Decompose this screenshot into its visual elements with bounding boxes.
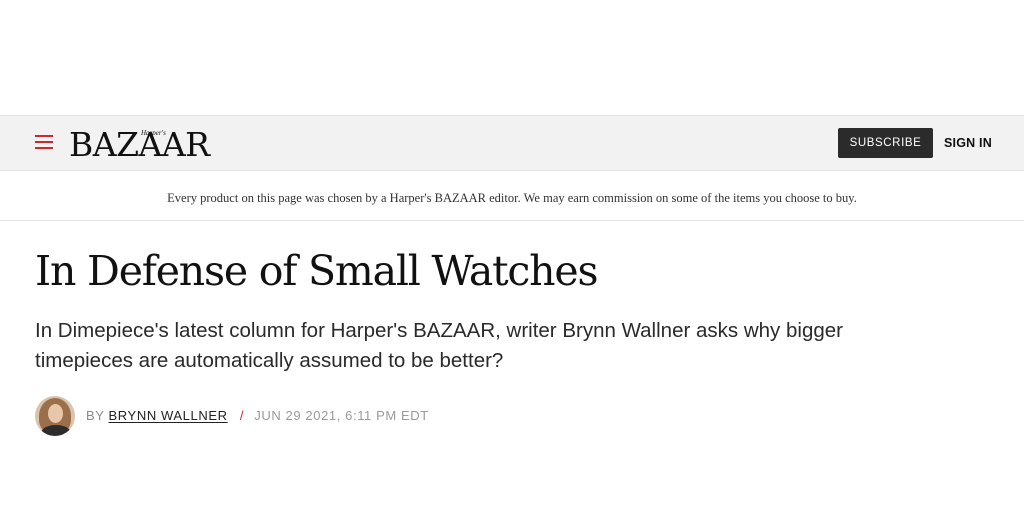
top-blank-area bbox=[0, 0, 1024, 115]
logo-wordmark: BAZAAR bbox=[69, 125, 210, 164]
byline: BY BRYNN WALLNER / JUN 29 2021, 6:11 PM … bbox=[35, 396, 635, 436]
sign-in-link[interactable]: SIGN IN bbox=[944, 128, 992, 158]
site-logo[interactable]: BAZAAR Harper's bbox=[69, 125, 210, 165]
hamburger-menu-icon[interactable] bbox=[35, 134, 53, 150]
subscribe-button[interactable]: SUBSCRIBE bbox=[838, 128, 933, 158]
article-dek: In Dimepiece's latest column for Harper'… bbox=[35, 319, 843, 372]
logo-superscript: Harper's bbox=[141, 129, 166, 137]
affiliate-disclaimer: Every product on this page was chosen by… bbox=[0, 176, 1024, 221]
author-link[interactable]: BRYNN WALLNER bbox=[109, 408, 228, 423]
byline-prefix: BY bbox=[86, 408, 105, 423]
byline-text: BY BRYNN WALLNER / JUN 29 2021, 6:11 PM … bbox=[86, 396, 429, 436]
byline-separator: / bbox=[239, 408, 245, 423]
article-headline: In Defense of Small Watches bbox=[35, 247, 598, 295]
author-avatar[interactable] bbox=[35, 396, 75, 436]
site-header: BAZAAR Harper's SUBSCRIBE SIGN IN bbox=[0, 115, 1024, 171]
publish-date: JUN 29 2021, 6:11 PM EDT bbox=[254, 408, 429, 423]
